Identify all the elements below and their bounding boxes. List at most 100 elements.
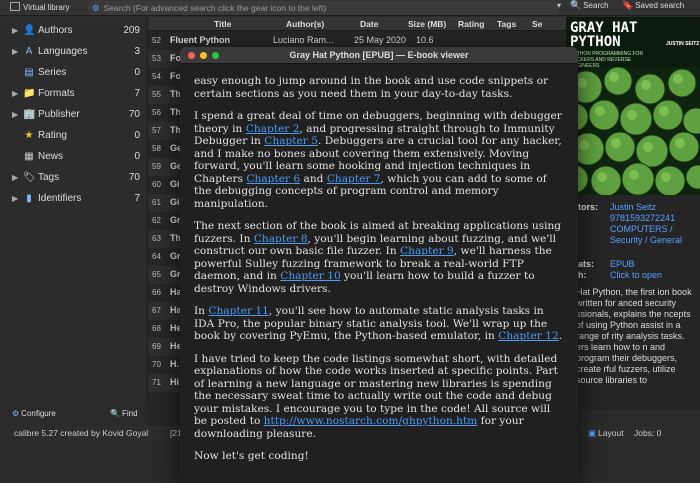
paragraph: easy enough to jump around in the book a… (194, 75, 549, 100)
book-content: easy enough to jump around in the book a… (194, 75, 566, 473)
person-icon: 👤 (23, 25, 36, 36)
tag-browser-label: Tags (38, 172, 60, 183)
search-history-dropdown[interactable]: ▾ (553, 1, 565, 15)
formats-icon: 📁 (23, 88, 36, 99)
meta-path-link[interactable]: Click to open (610, 270, 662, 281)
book-date: 25 May 2020 (354, 35, 407, 45)
cover-subtitle: PYTHON PROGRAMMING FOR HACKERS AND REVER… (570, 51, 644, 69)
chapter-link[interactable]: Chapter 10 (280, 270, 340, 282)
column-header-series[interactable]: Se (532, 19, 542, 29)
expand-arrow-icon[interactable]: ▶ (12, 110, 18, 119)
search-input[interactable]: ⚙ Search (For advanced search click the g… (88, 1, 558, 15)
layout-button[interactable]: ▣ Layout (588, 428, 624, 439)
tag-browser-item-tags[interactable]: ▶ 🏷 Tags 70 (0, 168, 148, 189)
row-number: 55 (152, 90, 161, 99)
text: In (194, 305, 209, 317)
configure-button[interactable]: ⚙ Configure (12, 409, 56, 418)
paragraph: The next section of the book is aimed at… (194, 220, 566, 295)
column-header-date[interactable]: Date (360, 19, 378, 29)
expand-arrow-icon[interactable]: ▶ (12, 47, 18, 56)
bookmark-icon: 🔖 (622, 0, 634, 10)
ebook-viewer-window: Gray Hat Python [EPUB] — E-book viewer e… (180, 47, 578, 483)
tag-browser-count: 0 (134, 67, 140, 78)
row-number: 66 (152, 288, 161, 297)
jobs-indicator[interactable]: Jobs: 0 (634, 428, 661, 438)
chapter-link[interactable]: Chapter 5 (264, 135, 318, 147)
search-placeholder: Search (For advanced search click the ge… (103, 3, 327, 13)
tag-browser-label: Rating (38, 130, 67, 141)
search-button[interactable]: 🔍 Search (570, 0, 609, 16)
search-icon: 🔍 (570, 0, 582, 10)
tag-browser-count: 70 (128, 172, 140, 183)
tag-browser-count: 3 (134, 46, 140, 57)
row-number: 59 (152, 162, 161, 171)
tag-browser-label: Publisher (38, 109, 80, 120)
book-description: Hat Python, the first ion book written f… (576, 287, 692, 385)
meta-authors-link[interactable]: Justin Seitz (610, 202, 656, 213)
book-cover[interactable]: GRAY HAT PYTHON PYTHON PROGRAMMING FOR HA… (566, 17, 700, 195)
paragraph: I spend a great deal of time on debugger… (194, 110, 566, 210)
meta-path-key: h: (578, 270, 587, 280)
tag-browser-label: Identifiers (38, 193, 82, 204)
tag-browser-item-languages[interactable]: ▶ A Languages 3 (0, 42, 148, 63)
tag-browser-item-authors[interactable]: ▶ 👤 Authors 209 (0, 21, 148, 42)
search-icon: 🔍 (110, 409, 120, 418)
column-header-title[interactable]: Title (214, 19, 231, 29)
row-number: 52 (152, 36, 161, 45)
chapter-link[interactable]: Chapter 8 (254, 233, 308, 245)
book-size: 10.6 (416, 35, 434, 45)
meta-authors-key: tors: (578, 202, 598, 212)
chapter-link[interactable]: Chapter 2 (246, 123, 300, 135)
row-number: 57 (152, 126, 161, 135)
row-number: 67 (152, 306, 161, 315)
book-title: Fluent Python (170, 35, 230, 45)
search-button-label: Search (583, 1, 609, 10)
layout-icon: ▣ (588, 428, 597, 438)
cover-title: GRAY HAT PYTHON (570, 21, 637, 49)
chapter-link[interactable]: Chapter 11 (208, 305, 268, 317)
meta-formats-link[interactable]: EPUB (610, 259, 635, 270)
row-number: 65 (152, 270, 161, 279)
column-header-size[interactable]: Size (MB) (408, 19, 446, 29)
tag-browser-label: Authors (38, 25, 73, 36)
top-toolbar: Virtual library ⚙ Search (For advanced se… (0, 0, 700, 16)
tag-browser-item-series[interactable]: ▤ Series 0 (0, 63, 148, 84)
expand-arrow-icon[interactable]: ▶ (12, 89, 18, 98)
languages-icon: A (25, 46, 33, 57)
tag-browser-item-formats[interactable]: ▶ 📁 Formats 7 (0, 84, 148, 105)
row-number: 69 (152, 342, 161, 351)
tag-browser-count: 0 (134, 151, 140, 162)
meta-tags-link[interactable]: COMPUTERS / Security / General (610, 224, 696, 246)
virtual-library-button[interactable]: Virtual library (10, 2, 70, 12)
row-number: 63 (152, 234, 161, 243)
expand-arrow-icon[interactable]: ▶ (12, 26, 18, 35)
tag-browser-count: 7 (134, 193, 140, 204)
find-button[interactable]: 🔍 Find (110, 409, 138, 418)
column-header-authors[interactable]: Author(s) (286, 19, 324, 29)
paragraph: In Chapter 11, you'll see how to automat… (194, 305, 566, 343)
column-header-rating[interactable]: Rating (458, 19, 484, 29)
tag-browser: ▶ 👤 Authors 209 ▶ A Languages 3 ▤ Series… (0, 17, 148, 406)
find-label: Find (121, 409, 138, 418)
tag-browser-item-rating[interactable]: ★ Rating 0 (0, 126, 148, 147)
configure-label: Configure (21, 409, 56, 418)
tag-browser-item-identifiers[interactable]: ▶ ▮ Identifiers 7 (0, 189, 148, 210)
paragraph: I have tried to keep the code listings s… (194, 353, 566, 441)
gear-icon: ⚙ (12, 409, 20, 418)
expand-arrow-icon[interactable]: ▶ (12, 173, 18, 182)
tag-icon: 🏷 (23, 172, 36, 183)
meta-isbn-link[interactable]: 9781593272241 (610, 213, 675, 224)
expand-arrow-icon[interactable]: ▶ (12, 194, 18, 203)
tag-browser-item-publisher[interactable]: ▶ 🏢 Publisher 70 (0, 105, 148, 126)
source-url-link[interactable]: http://www.nostarch.com/ghpython.htm (264, 415, 478, 427)
tag-browser-item-news[interactable]: ▦ News 0 (0, 147, 148, 168)
chapter-link[interactable]: Chapter 7 (327, 173, 381, 185)
gear-icon[interactable]: ⚙ (92, 3, 100, 13)
column-header-tags[interactable]: Tags (497, 19, 516, 29)
tag-browser-label: News (38, 151, 64, 162)
virtual-library-label: Virtual library (23, 3, 70, 12)
chapter-link[interactable]: Chapter 12 (498, 330, 558, 342)
chapter-link[interactable]: Chapter 9 (400, 245, 454, 257)
saved-search-button[interactable]: 🔖 Saved search (622, 0, 684, 16)
chapter-link[interactable]: Chapter 6 (246, 173, 300, 185)
